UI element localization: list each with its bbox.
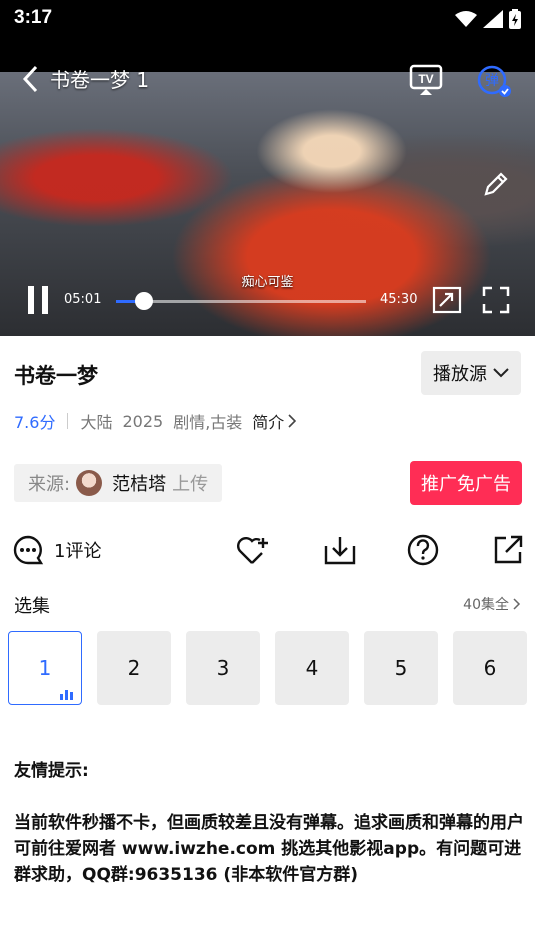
- uploader-source-label: 来源:: [28, 474, 71, 495]
- episode-item[interactable]: 5: [364, 631, 438, 705]
- intro-link[interactable]: 简介: [252, 409, 297, 433]
- wifi-icon: [455, 11, 477, 27]
- avatar: [76, 470, 103, 496]
- notice-heading: 友情提示:: [14, 761, 89, 781]
- status-icons: [455, 7, 521, 31]
- svg-text:TV: TV: [418, 72, 433, 86]
- episode-number: 3: [216, 656, 230, 680]
- progress-track[interactable]: [116, 300, 366, 303]
- episodes-title: 选集: [14, 596, 50, 617]
- chevron-right-icon: [513, 598, 521, 610]
- year: 2025: [122, 411, 164, 431]
- region: 大陆: [80, 413, 113, 432]
- back-arrow-icon[interactable]: [22, 65, 38, 93]
- source-select-label: 播放源: [433, 364, 487, 385]
- episode-number: 1: [38, 656, 52, 680]
- episode-number: 2: [127, 656, 141, 680]
- progress-thumb[interactable]: [134, 292, 153, 310]
- download-icon[interactable]: [324, 534, 356, 566]
- favorite-add-icon[interactable]: [236, 534, 270, 566]
- notice-block: 友情提示: 当前软件秒播不卡，但画质较差且没有弹幕。追求画质和弹幕的用户可前往爱…: [14, 758, 526, 914]
- pip-icon[interactable]: [432, 286, 462, 314]
- status-time: 3:17: [14, 7, 53, 28]
- episode-item[interactable]: 6: [453, 631, 527, 705]
- episodes-all-label: 40集全: [463, 597, 509, 613]
- notice-body: 当前软件秒播不卡，但画质较差且没有弹幕。追求画质和弹幕的用户可前往爱网者 www…: [14, 813, 524, 885]
- episode-number: 4: [305, 656, 319, 680]
- video-title-bar: 书卷一梦 1: [22, 64, 149, 93]
- battery-icon: [509, 9, 521, 29]
- uploader-tag[interactable]: 来源: 范桔塔 上传: [14, 464, 223, 502]
- comment-icon: [13, 535, 44, 565]
- video-player[interactable]: 书卷一梦 1 TV 弹 痴心可鉴 05:01 45:30: [0, 40, 535, 336]
- episode-item[interactable]: 2: [97, 631, 171, 705]
- danmaku-icon[interactable]: 弹: [476, 64, 512, 98]
- comments-button[interactable]: 1评论: [12, 531, 101, 569]
- source-select-button[interactable]: 播放源: [421, 351, 521, 395]
- uploader-name: 范桔塔: [112, 474, 167, 495]
- rating: 7.6分: [14, 413, 56, 432]
- tv-cast-icon[interactable]: TV: [409, 64, 443, 96]
- episode-item[interactable]: 1: [8, 631, 82, 705]
- genres: 剧情,古装: [173, 413, 243, 432]
- total-time: 45:30: [380, 292, 418, 307]
- episode-number: 5: [394, 656, 408, 680]
- episode-item[interactable]: 4: [275, 631, 349, 705]
- episodes-all-link[interactable]: 40集全: [463, 594, 521, 614]
- share-icon[interactable]: [492, 534, 524, 566]
- current-time: 05:01: [64, 292, 102, 307]
- pause-icon[interactable]: [26, 286, 50, 314]
- chevron-down-icon: [493, 368, 509, 378]
- chevron-right-icon: [288, 414, 297, 428]
- divider: [67, 413, 69, 429]
- svg-text:弹: 弹: [485, 73, 499, 89]
- remove-ads-button[interactable]: 推广免广告: [410, 461, 522, 505]
- show-title: 书卷一梦: [14, 364, 98, 388]
- intro-label: 简介: [252, 413, 285, 432]
- edit-pencil-icon[interactable]: [482, 170, 510, 198]
- episode-item[interactable]: 3: [186, 631, 260, 705]
- fullscreen-icon[interactable]: [482, 286, 510, 314]
- action-bar: 1评论: [0, 531, 535, 571]
- uploader-suffix: 上传: [172, 474, 209, 495]
- signal-icon: [483, 10, 503, 28]
- comments-count: 1评论: [54, 541, 102, 562]
- show-meta: 7.6分 大陆 2025 剧情,古装 简介: [14, 409, 297, 433]
- status-bar: 3:17: [0, 0, 535, 40]
- help-icon[interactable]: [407, 534, 439, 566]
- episode-number: 6: [483, 656, 497, 680]
- playing-bars-icon: [60, 690, 73, 700]
- player-controls: 05:01 45:30: [0, 280, 535, 320]
- video-title: 书卷一梦 1: [50, 68, 150, 92]
